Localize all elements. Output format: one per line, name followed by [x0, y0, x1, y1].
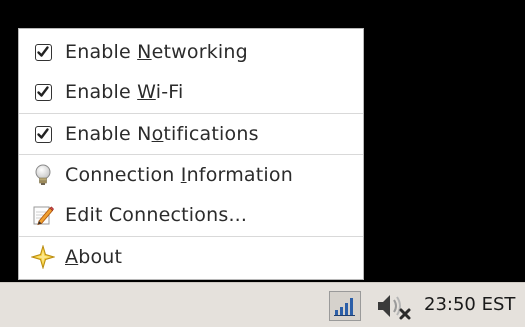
menu-item-label: About [65, 246, 123, 268]
lightbulb-icon [31, 163, 55, 187]
checkbox-checked-icon[interactable] [31, 40, 55, 64]
volume-muted-icon[interactable] [374, 291, 414, 321]
menu-separator [19, 154, 363, 155]
menu-item-about[interactable]: About [19, 238, 363, 276]
menu-item-label: Edit Connections... [65, 204, 248, 226]
menu-item-edit-connections[interactable]: Edit Connections... [19, 196, 363, 234]
menu-separator [19, 236, 363, 237]
network-menu: Enable Networking Enable Wi-Fi Enable No… [18, 28, 364, 280]
edit-pencil-icon [31, 203, 55, 227]
checkbox-checked-icon[interactable] [31, 80, 55, 104]
star-icon [31, 245, 55, 269]
taskbar: 23:50 EST [0, 282, 525, 327]
menu-item-enable-notifications[interactable]: Enable Notifications [19, 115, 363, 153]
menu-item-label: Connection Information [65, 164, 293, 186]
menu-separator [19, 113, 363, 114]
clock[interactable]: 23:50 EST [424, 294, 515, 315]
checkbox-checked-icon[interactable] [31, 122, 55, 146]
menu-item-label: Enable Networking [65, 41, 248, 63]
network-signal-icon[interactable] [329, 291, 361, 321]
menu-item-label: Enable Wi-Fi [65, 81, 184, 103]
menu-item-enable-networking[interactable]: Enable Networking [19, 33, 363, 71]
menu-item-connection-information[interactable]: Connection Information [19, 156, 363, 194]
menu-item-enable-wifi[interactable]: Enable Wi-Fi [19, 73, 363, 111]
menu-item-label: Enable Notifications [65, 123, 259, 145]
